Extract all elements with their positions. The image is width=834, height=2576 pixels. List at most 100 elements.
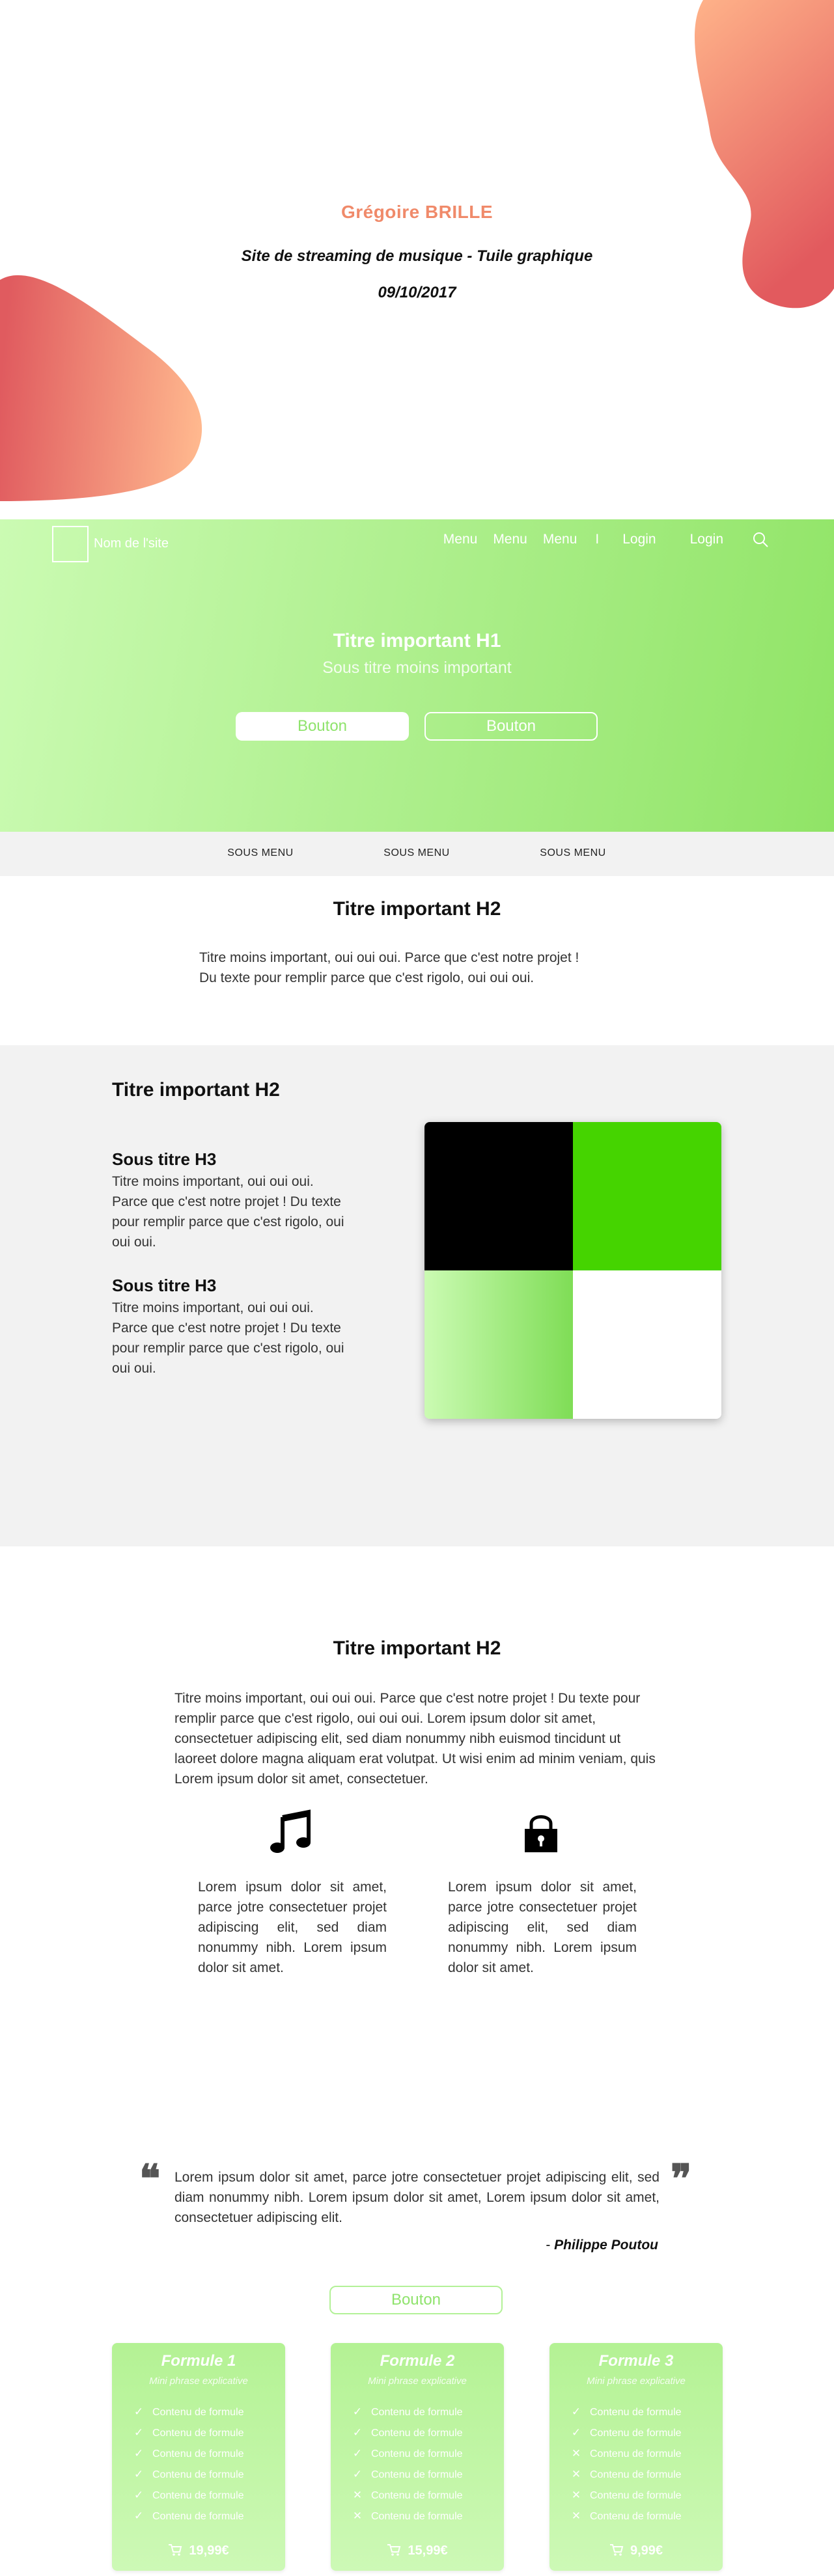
- cross-icon: ✕: [571, 2510, 581, 2522]
- card-feature-item: ✓ Contenu de formule: [132, 2489, 244, 2502]
- cross-icon: ✕: [571, 2468, 581, 2480]
- card-feature-item: ✕ Contenu de formule: [350, 2510, 463, 2523]
- nav-item-menu-3[interactable]: Menu: [543, 532, 577, 547]
- check-icon: ✓: [133, 2510, 144, 2522]
- cross-icon: ✕: [571, 2489, 581, 2501]
- showcase-text-2: Titre moins important, oui oui oui. Parc…: [112, 1300, 344, 1376]
- search-icon[interactable]: [752, 531, 769, 548]
- pricing-button[interactable]: Bouton: [329, 2286, 503, 2314]
- nav-item-menu-1[interactable]: Menu: [443, 532, 478, 547]
- quote-open-icon: ❝: [139, 2156, 161, 2202]
- card-feature-label: Contenu de formule: [371, 2511, 463, 2522]
- check-icon: ✓: [133, 2405, 144, 2418]
- showcase-title: Titre important H2: [112, 1079, 280, 1101]
- login-link-2[interactable]: Login: [690, 532, 723, 547]
- hero-subtitle: Sous titre moins important: [322, 659, 512, 677]
- decorative-blob-left: [0, 275, 202, 501]
- card-title: Formule 2: [380, 2352, 455, 2370]
- check-icon: ✓: [352, 2447, 363, 2460]
- card-subtitle: Mini phrase explicative: [368, 2376, 467, 2387]
- hero-primary-button[interactable]: Bouton: [236, 712, 409, 741]
- card-feature-item: ✕ Contenu de formule: [350, 2489, 463, 2502]
- card-price: 15,99€: [408, 2543, 448, 2558]
- feature-text-2: Lorem ipsum dolor sit amet, parce jotre …: [448, 1880, 637, 1975]
- cart-icon: [168, 2543, 182, 2560]
- card-feature-label: Contenu de formule: [152, 2469, 244, 2480]
- pricing-card-2[interactable]: Formule 2 Mini phrase explicative ✓ Conte…: [331, 2343, 504, 2571]
- tile-gradient: [424, 1270, 573, 1419]
- showcase-text-1: Titre moins important, oui oui oui. Parc…: [112, 1174, 344, 1250]
- card-feature-item: ✕ Contenu de formule: [569, 2489, 682, 2502]
- hero-section: Nom de l'site Menu Menu Menu I Login Log…: [0, 519, 834, 832]
- card-feature-label: Contenu de formule: [590, 2490, 682, 2501]
- check-icon: ✓: [133, 2489, 144, 2501]
- check-icon: ✓: [133, 2426, 144, 2439]
- card-feature-item: ✓ Contenu de formule: [350, 2447, 463, 2460]
- site-name[interactable]: Nom de l'site: [94, 536, 169, 551]
- card-feature-label: Contenu de formule: [152, 2407, 244, 2418]
- showcase-section: Titre important H2 Sous titre H3 Titre m…: [0, 1045, 834, 1546]
- nav-item-menu-2[interactable]: Menu: [493, 532, 527, 547]
- cover-date: 09/10/2017: [378, 284, 456, 301]
- padlock-icon: [518, 1809, 564, 1855]
- cover-subtitle: Site de streaming de musique - Tuile gra…: [241, 247, 593, 265]
- showcase-subtitle-2: Sous titre H3: [112, 1276, 217, 1295]
- card-price-button[interactable]: 15,99€: [331, 2543, 504, 2560]
- submenu-item-1[interactable]: SOUS MENU: [195, 847, 326, 859]
- pricing-card-1[interactable]: Formule 1 Mini phrase explicative ✓ Conte…: [112, 2343, 285, 2571]
- submenu-item-2[interactable]: SOUS MENU: [352, 847, 482, 859]
- card-feature-item: ✓ Contenu de formule: [132, 2468, 244, 2481]
- card-feature-label: Contenu de formule: [590, 2469, 682, 2480]
- hero-secondary-button[interactable]: Bouton: [424, 712, 598, 741]
- cover-page: Grégoire BRILLE Site de streaming de mus…: [0, 0, 834, 521]
- check-icon: ✓: [571, 2426, 581, 2439]
- card-feature-item: ✕ Contenu de formule: [569, 2447, 682, 2460]
- card-feature-label: Contenu de formule: [371, 2469, 463, 2480]
- hero-title: Titre important H1: [333, 630, 501, 651]
- card-feature-item: ✓ Contenu de formule: [132, 2510, 244, 2523]
- card-feature-label: Contenu de formule: [590, 2511, 682, 2522]
- cart-icon: [609, 2543, 624, 2560]
- card-feature-label: Contenu de formule: [152, 2428, 244, 2439]
- card-price-button[interactable]: 9,99€: [549, 2543, 723, 2560]
- intro-line-2: Du texte pour remplir parce que c'est ri…: [199, 970, 535, 985]
- intro-text: Titre moins important, oui oui oui. Parc…: [199, 948, 655, 988]
- card-feature-label: Contenu de formule: [590, 2448, 682, 2460]
- quote-text: Lorem ipsum dolor sit amet, parce jotre …: [174, 2170, 660, 2225]
- cross-icon: ✕: [352, 2489, 363, 2501]
- cover-author: Grégoire BRILLE: [341, 202, 493, 222]
- cross-icon: ✕: [352, 2510, 363, 2522]
- logo-placeholder[interactable]: [52, 526, 89, 562]
- quote-dash: -: [546, 2238, 555, 2253]
- card-feature-label: Contenu de formule: [371, 2428, 463, 2439]
- cross-icon: ✕: [571, 2447, 581, 2460]
- check-icon: ✓: [133, 2468, 144, 2480]
- login-link-1[interactable]: Login: [622, 532, 656, 547]
- card-feature-label: Contenu de formule: [152, 2511, 244, 2522]
- check-icon: ✓: [571, 2405, 581, 2418]
- check-icon: ✓: [352, 2426, 363, 2439]
- card-feature-label: Contenu de formule: [371, 2490, 463, 2501]
- card-feature-item: ✓ Contenu de formule: [132, 2405, 244, 2418]
- tile-green: [573, 1122, 721, 1270]
- quote-author-name: Philippe Poutou: [554, 2238, 658, 2253]
- features-text: Titre moins important, oui oui oui. Parc…: [174, 1691, 656, 1787]
- card-price: 19,99€: [189, 2543, 229, 2558]
- card-feature-item: ✕ Contenu de formule: [569, 2510, 682, 2523]
- color-mosaic: [424, 1122, 721, 1419]
- card-feature-label: Contenu de formule: [152, 2490, 244, 2501]
- pricing-card-3[interactable]: Formule 3 Mini phrase explicative ✓ Conte…: [549, 2343, 723, 2571]
- card-feature-label: Contenu de formule: [371, 2407, 463, 2418]
- card-feature-label: Contenu de formule: [371, 2448, 463, 2460]
- card-title: Formule 3: [598, 2352, 674, 2370]
- quote-author: - Philippe Poutou: [546, 2238, 658, 2253]
- features-title: Titre important H2: [333, 1637, 501, 1659]
- card-feature-item: ✓ Contenu de formule: [350, 2405, 463, 2418]
- submenu-bar: SOUS MENU SOUS MENU SOUS MENU: [0, 832, 834, 876]
- card-feature-label: Contenu de formule: [590, 2428, 682, 2439]
- quote-close-icon: ❞: [671, 2156, 692, 2202]
- card-feature-item: ✓ Contenu de formule: [350, 2426, 463, 2439]
- submenu-item-3[interactable]: SOUS MENU: [508, 847, 638, 859]
- tile-white: [573, 1270, 721, 1419]
- card-price-button[interactable]: 19,99€: [112, 2543, 285, 2560]
